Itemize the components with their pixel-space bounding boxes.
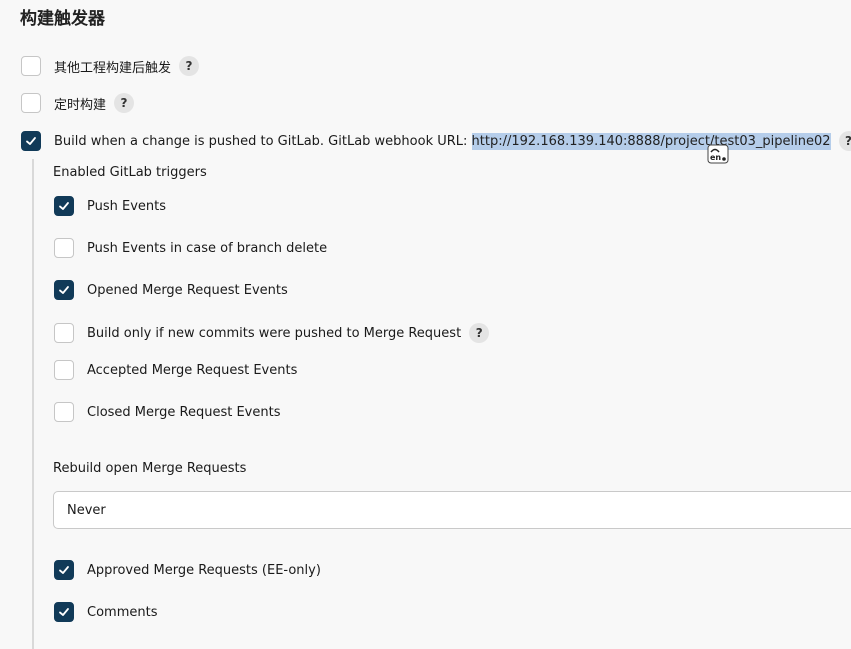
trigger-label: 其他工程构建后触发 — [54, 57, 171, 76]
event-comments[interactable]: Comments — [54, 602, 157, 622]
checkbox[interactable] — [54, 402, 74, 422]
help-icon[interactable]: ? — [839, 131, 851, 151]
event-label: Push Events — [87, 199, 166, 214]
event-push[interactable]: Push Events — [54, 196, 166, 216]
checkmark-icon — [58, 200, 70, 212]
trigger-build-after-other-projects[interactable]: 其他工程构建后触发 ? — [21, 56, 199, 76]
checkbox[interactable] — [54, 196, 74, 216]
webhook-url[interactable]: http://192.168.139.140:8888/project/test… — [472, 133, 831, 150]
checkmark-icon — [58, 564, 70, 576]
event-accepted-mr[interactable]: Accepted Merge Request Events — [54, 360, 297, 380]
event-push-branch-delete[interactable]: Push Events in case of branch delete — [54, 238, 327, 258]
select-value: Never — [67, 503, 106, 518]
event-build-only-new-commits[interactable]: Build only if new commits were pushed to… — [54, 323, 489, 343]
checkmark-icon — [25, 135, 37, 147]
checkbox[interactable] — [21, 93, 41, 113]
help-icon[interactable]: ? — [469, 323, 489, 343]
checkmark-icon — [58, 284, 70, 296]
event-label: Comments — [87, 605, 157, 620]
event-approved-mr[interactable]: Approved Merge Requests (EE-only) — [54, 560, 321, 580]
event-label: Build only if new commits were pushed to… — [87, 326, 461, 341]
checkbox[interactable] — [54, 280, 74, 300]
checkbox[interactable] — [21, 131, 41, 151]
checkbox[interactable] — [54, 602, 74, 622]
help-icon[interactable]: ? — [179, 56, 199, 76]
event-label: Push Events in case of branch delete — [87, 241, 327, 256]
event-opened-mr[interactable]: Opened Merge Request Events — [54, 280, 288, 300]
ime-label: en — [710, 153, 721, 162]
checkbox[interactable] — [54, 360, 74, 380]
event-label: Closed Merge Request Events — [87, 405, 280, 420]
trigger-label: 定时构建 — [54, 94, 106, 113]
event-closed-mr[interactable]: Closed Merge Request Events — [54, 402, 280, 422]
event-label: Approved Merge Requests (EE-only) — [87, 563, 321, 578]
checkbox[interactable] — [21, 56, 41, 76]
enabled-gitlab-triggers-label: Enabled GitLab triggers — [53, 165, 207, 180]
rebuild-open-mr-label: Rebuild open Merge Requests — [53, 461, 246, 476]
nested-divider — [32, 159, 34, 649]
trigger-label: Build when a change is pushed to GitLab.… — [54, 134, 472, 149]
section-title: 构建触发器 — [20, 4, 105, 29]
ime-indicator-icon: en — [707, 144, 729, 164]
checkmark-icon — [58, 606, 70, 618]
trigger-periodic-build[interactable]: 定时构建 ? — [21, 93, 134, 113]
checkbox[interactable] — [54, 238, 74, 258]
rebuild-open-mr-select[interactable]: Never — [53, 491, 851, 529]
checkbox[interactable] — [54, 560, 74, 580]
event-label: Opened Merge Request Events — [87, 283, 288, 298]
help-icon[interactable]: ? — [114, 93, 134, 113]
event-label: Accepted Merge Request Events — [87, 363, 297, 378]
checkbox[interactable] — [54, 323, 74, 343]
